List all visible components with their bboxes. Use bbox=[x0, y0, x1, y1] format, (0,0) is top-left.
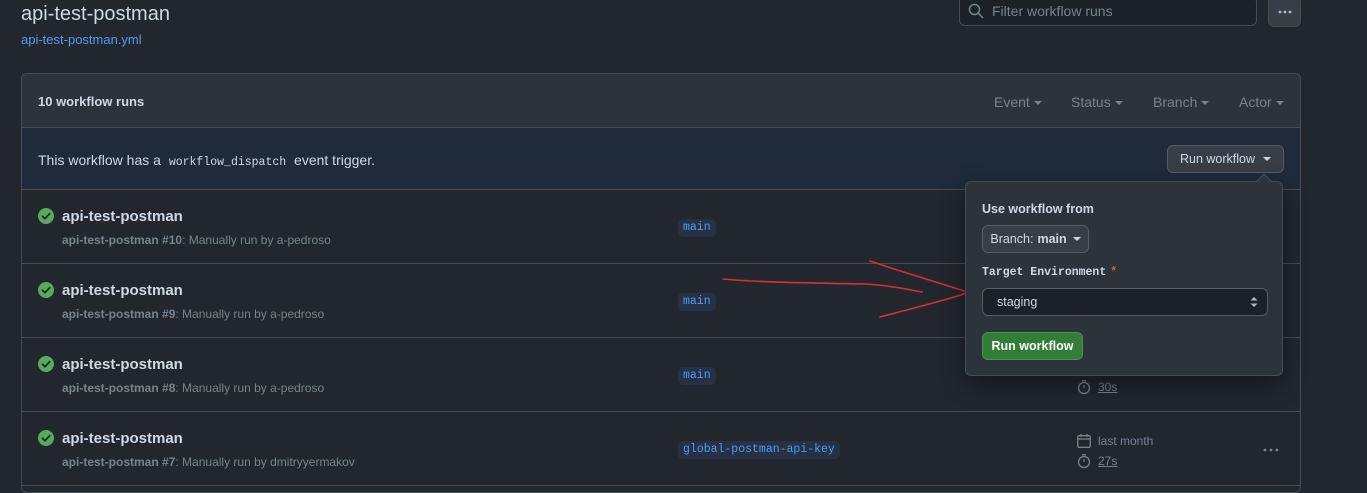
kebab-horizontal-icon bbox=[1278, 10, 1291, 13]
run-title[interactable]: api-test-postman bbox=[62, 430, 183, 447]
dispatch-text-before: This workflow has a bbox=[38, 152, 161, 168]
branch-badge[interactable]: main bbox=[678, 367, 716, 385]
caret-down-icon bbox=[1201, 101, 1210, 106]
workflow-run-row[interactable]: api-test-postman api-test-postman #7: Ma… bbox=[22, 412, 1300, 486]
actor-filter-label: Actor bbox=[1239, 94, 1272, 110]
target-environment-select[interactable]: staging bbox=[982, 288, 1268, 316]
branch-filter[interactable]: Branch bbox=[1153, 94, 1210, 110]
run-subtitle: api-test-postman #10: Manually run by a-… bbox=[62, 233, 331, 247]
caret-down-icon bbox=[1033, 101, 1042, 106]
run-title[interactable]: api-test-postman bbox=[62, 208, 183, 225]
runs-panel-header: 10 workflow runs Event Status Branch Act… bbox=[22, 74, 1300, 128]
target-environment-value: staging bbox=[997, 295, 1038, 309]
workflow-file-link[interactable]: api-test-postman.yml bbox=[21, 32, 142, 47]
calendar-icon bbox=[1077, 434, 1091, 448]
run-more-options[interactable] bbox=[1262, 442, 1280, 463]
success-check-icon bbox=[38, 208, 54, 224]
run-duration-value: 30s bbox=[1098, 380, 1118, 394]
run-workflow-toggle-label: Run workflow bbox=[1179, 152, 1256, 166]
run-number: #9 bbox=[162, 307, 176, 321]
event-filter[interactable]: Event bbox=[994, 94, 1042, 110]
success-check-icon bbox=[38, 430, 54, 446]
branch-badge[interactable]: main bbox=[678, 293, 716, 311]
event-filter-label: Event bbox=[994, 94, 1030, 110]
caret-down-icon bbox=[1263, 157, 1272, 161]
search-icon bbox=[968, 3, 984, 19]
stopwatch-icon bbox=[1077, 380, 1091, 395]
run-trigger: : Manually run by a-pedroso bbox=[175, 381, 325, 395]
kebab-horizontal-icon bbox=[1263, 448, 1279, 452]
branch-badge[interactable]: main bbox=[678, 219, 716, 237]
status-filter[interactable]: Status bbox=[1071, 94, 1123, 110]
success-check-icon bbox=[38, 356, 54, 372]
stopwatch-icon bbox=[1077, 454, 1091, 469]
status-filter-label: Status bbox=[1071, 94, 1111, 110]
run-trigger: : Manually run by dmitryyermakov bbox=[175, 455, 355, 469]
run-workflow-dropdown: Use workflow from Branch: main Target Env… bbox=[965, 181, 1283, 376]
run-trigger: : Manually run by a-pedroso bbox=[175, 307, 325, 321]
caret-down-icon bbox=[1072, 237, 1081, 241]
run-date-value: last month bbox=[1098, 434, 1154, 448]
run-number: #10 bbox=[162, 233, 183, 247]
select-arrows-icon bbox=[1250, 297, 1258, 307]
filter-runs-input[interactable]: Filter workflow runs bbox=[959, 0, 1257, 26]
runs-count: 10 workflow runs bbox=[38, 94, 145, 109]
more-options-button[interactable] bbox=[1268, 0, 1301, 27]
run-subtitle: api-test-postman #9: Manually run by a-p… bbox=[62, 307, 324, 321]
branch-badge[interactable]: global-postman-api-key bbox=[678, 441, 840, 459]
dropdown-pointer-inner bbox=[1256, 175, 1272, 183]
branch-filter-label: Branch bbox=[1153, 94, 1198, 110]
run-number: #8 bbox=[162, 381, 176, 395]
target-environment-text: Target Environment bbox=[982, 266, 1107, 279]
run-title[interactable]: api-test-postman bbox=[62, 356, 183, 373]
use-workflow-from-label: Use workflow from bbox=[982, 202, 1094, 216]
caret-down-icon bbox=[1275, 101, 1284, 106]
branch-select-button[interactable]: Branch: main bbox=[982, 225, 1089, 253]
caret-down-icon bbox=[1114, 101, 1123, 106]
run-workflow-name: api-test-postman bbox=[62, 307, 159, 321]
run-title[interactable]: api-test-postman bbox=[62, 282, 183, 299]
run-workflow-name: api-test-postman bbox=[62, 381, 159, 395]
actor-filter[interactable]: Actor bbox=[1239, 94, 1284, 110]
required-mark: * bbox=[1110, 266, 1118, 279]
run-subtitle: api-test-postman #8: Manually run by a-p… bbox=[62, 381, 324, 395]
run-subtitle: api-test-postman #7: Manually run by dmi… bbox=[62, 455, 355, 469]
run-workflow-toggle-button[interactable]: Run workflow bbox=[1167, 145, 1284, 173]
run-workflow-submit-button[interactable]: Run workflow bbox=[982, 332, 1083, 360]
dispatch-text-after: event trigger. bbox=[294, 152, 375, 168]
run-workflow-name: api-test-postman bbox=[62, 233, 159, 247]
success-check-icon bbox=[38, 282, 54, 298]
branch-prefix: Branch: bbox=[990, 232, 1034, 246]
run-number: #7 bbox=[162, 455, 176, 469]
annotation-arrow bbox=[722, 260, 968, 318]
target-environment-label: Target Environment * bbox=[982, 266, 1117, 279]
filter-runs-placeholder: Filter workflow runs bbox=[992, 3, 1113, 19]
run-duration: 27s bbox=[1076, 453, 1117, 469]
run-trigger: : Manually run by a-pedroso bbox=[182, 233, 331, 247]
dispatch-code: workflow_dispatch bbox=[168, 156, 287, 169]
run-date: last month bbox=[1076, 433, 1153, 449]
branch-value: main bbox=[1037, 232, 1067, 246]
workflow-title: api-test-postman bbox=[21, 3, 170, 25]
dispatch-text: This workflow has a workflow_dispatch ev… bbox=[38, 152, 375, 169]
run-workflow-name: api-test-postman bbox=[62, 455, 159, 469]
run-duration: 30s bbox=[1076, 379, 1117, 395]
